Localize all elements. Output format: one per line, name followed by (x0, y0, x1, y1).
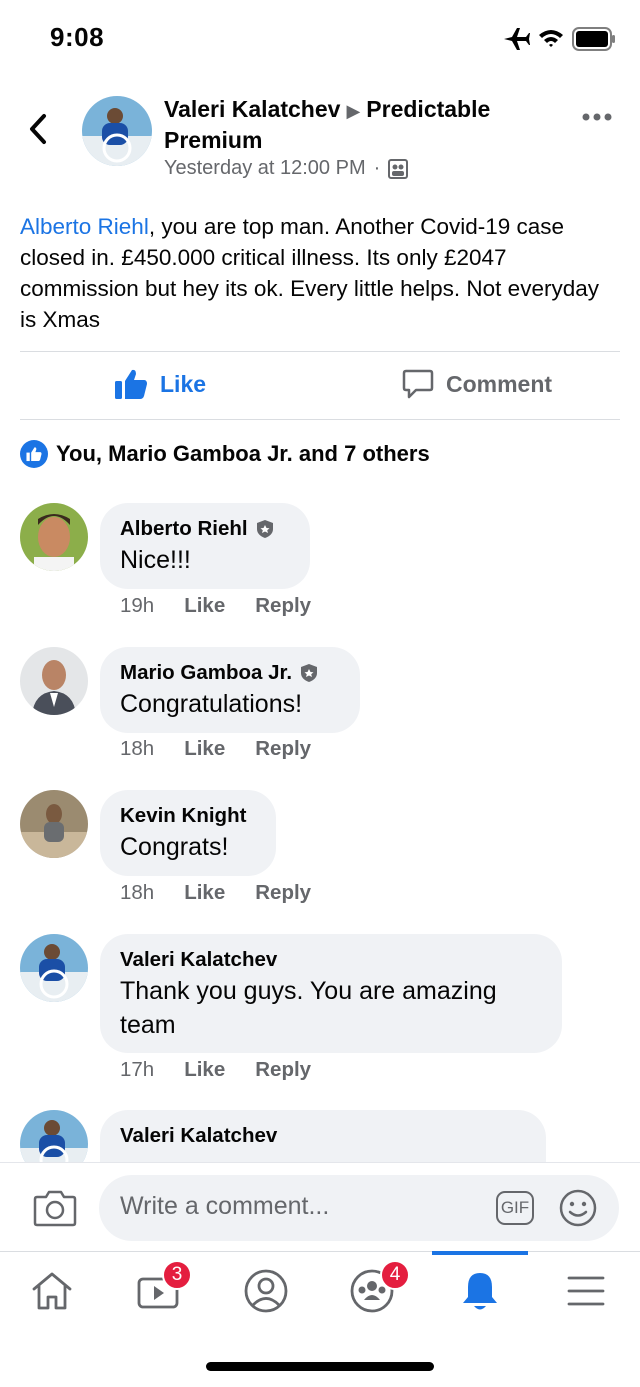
comment-time: 18h (120, 881, 155, 904)
comment-text: Congratulations! (120, 690, 303, 718)
comment-meta: 18h Like Reply (120, 737, 311, 761)
commenter-name[interactable]: Valeri Kalatchev (120, 946, 277, 974)
home-indicator (206, 1362, 434, 1371)
commenter-avatar[interactable] (20, 647, 88, 715)
comment-reply-link[interactable]: Reply (255, 881, 311, 905)
comment-label: Comment (446, 370, 553, 397)
post-author-name[interactable]: Valeri Kalatchev (164, 96, 340, 122)
commenter-avatar[interactable] (20, 503, 88, 571)
wifi-icon (539, 30, 563, 47)
comment-like-link[interactable]: Like (184, 737, 225, 761)
post-author-line: Valeri Kalatchev ▶ Predictable Premium (164, 95, 544, 155)
camera-icon[interactable] (33, 1189, 77, 1227)
comment-reply-link[interactable]: Reply (255, 594, 311, 618)
like-reaction-icon (20, 440, 48, 468)
comment-bubble[interactable]: Valeri Kalatchev Thank you guys. You are… (100, 934, 562, 1053)
comment-bubble[interactable]: Kevin Knight Congrats! (100, 790, 276, 876)
comment-meta: 19h Like Reply (120, 594, 311, 618)
comment-bubble[interactable]: Alberto Riehl Nice!!! (100, 503, 310, 589)
commenter-avatar[interactable] (20, 790, 88, 858)
comment-text: Thank you guys. You are amazing team (120, 977, 497, 1039)
post-timestamp[interactable]: Yesterday at 12:00 PM (164, 157, 366, 180)
profile-icon (244, 1269, 288, 1313)
comment-time: 18h (120, 737, 155, 760)
tab-menu[interactable] (556, 1266, 616, 1316)
comment-meta: 18h Like Reply (120, 881, 311, 905)
comment-like-link[interactable]: Like (184, 881, 225, 905)
post-meta: Yesterday at 12:00 PM · (164, 157, 409, 180)
like-button[interactable]: Like (114, 368, 206, 400)
group-privacy-icon (388, 158, 409, 179)
admin-badge-icon (256, 520, 273, 538)
emoji-icon[interactable] (558, 1188, 598, 1228)
tab-notifications[interactable] (450, 1266, 510, 1316)
reactions-text: You, Mario Gamboa Jr. and 7 others (56, 441, 430, 466)
like-label: Like (160, 370, 207, 397)
comment-reply-link[interactable]: Reply (255, 737, 311, 761)
post-body: Alberto Riehl, you are top man. Another … (20, 211, 620, 335)
commenter-name[interactable]: Alberto Riehl (120, 515, 248, 543)
reactions-summary[interactable]: You, Mario Gamboa Jr. and 7 others (20, 440, 430, 468)
comment-bubble[interactable]: Mario Gamboa Jr. Congratulations! (100, 647, 360, 733)
comment-text: Nice!!! (120, 546, 191, 574)
bell-icon (463, 1273, 497, 1310)
home-icon (32, 1272, 72, 1310)
post-author-avatar[interactable] (82, 96, 152, 166)
post-tagged-user[interactable]: Alberto Riehl (20, 214, 149, 239)
divider (20, 351, 620, 352)
comment-icon (402, 369, 434, 399)
active-tab-indicator (432, 1251, 528, 1255)
comment-time: 19h (120, 594, 155, 617)
groups-badge: 4 (380, 1260, 410, 1290)
comment-reply-link[interactable]: Reply (255, 1058, 311, 1082)
status-time: 9:08 (50, 22, 105, 52)
comment-text: Congrats! (120, 833, 229, 861)
battery-icon (572, 27, 615, 51)
thumbs-up-icon (115, 369, 147, 399)
tab-groups[interactable]: 4 (342, 1260, 410, 1316)
commenter-name[interactable]: Mario Gamboa Jr. (120, 659, 292, 687)
arrow-right-icon: ▶ (346, 101, 361, 121)
back-chevron-icon[interactable] (26, 112, 50, 146)
divider (20, 419, 620, 420)
airplane-icon (504, 28, 530, 50)
comment-like-link[interactable]: Like (184, 594, 225, 618)
comment-meta: 17h Like Reply (120, 1058, 311, 1082)
tab-watch[interactable]: 3 (128, 1260, 192, 1316)
more-options-icon[interactable] (582, 112, 612, 122)
commenter-name[interactable]: Valeri Kalatchev (120, 1122, 277, 1150)
comment-placeholder: Write a comment... (120, 1192, 330, 1220)
gif-button[interactable]: GIF (496, 1191, 534, 1225)
tab-home[interactable] (22, 1266, 82, 1316)
commenter-avatar[interactable] (20, 934, 88, 1002)
comment-time: 17h (120, 1058, 155, 1081)
watch-badge: 3 (162, 1260, 192, 1290)
admin-badge-icon (301, 664, 318, 682)
comment-like-link[interactable]: Like (184, 1058, 225, 1082)
hamburger-menu-icon (567, 1276, 605, 1306)
tab-profile[interactable] (236, 1266, 296, 1316)
commenter-name[interactable]: Kevin Knight (120, 802, 246, 830)
meta-separator: · (373, 157, 381, 179)
comment-button[interactable]: Comment (402, 368, 552, 400)
